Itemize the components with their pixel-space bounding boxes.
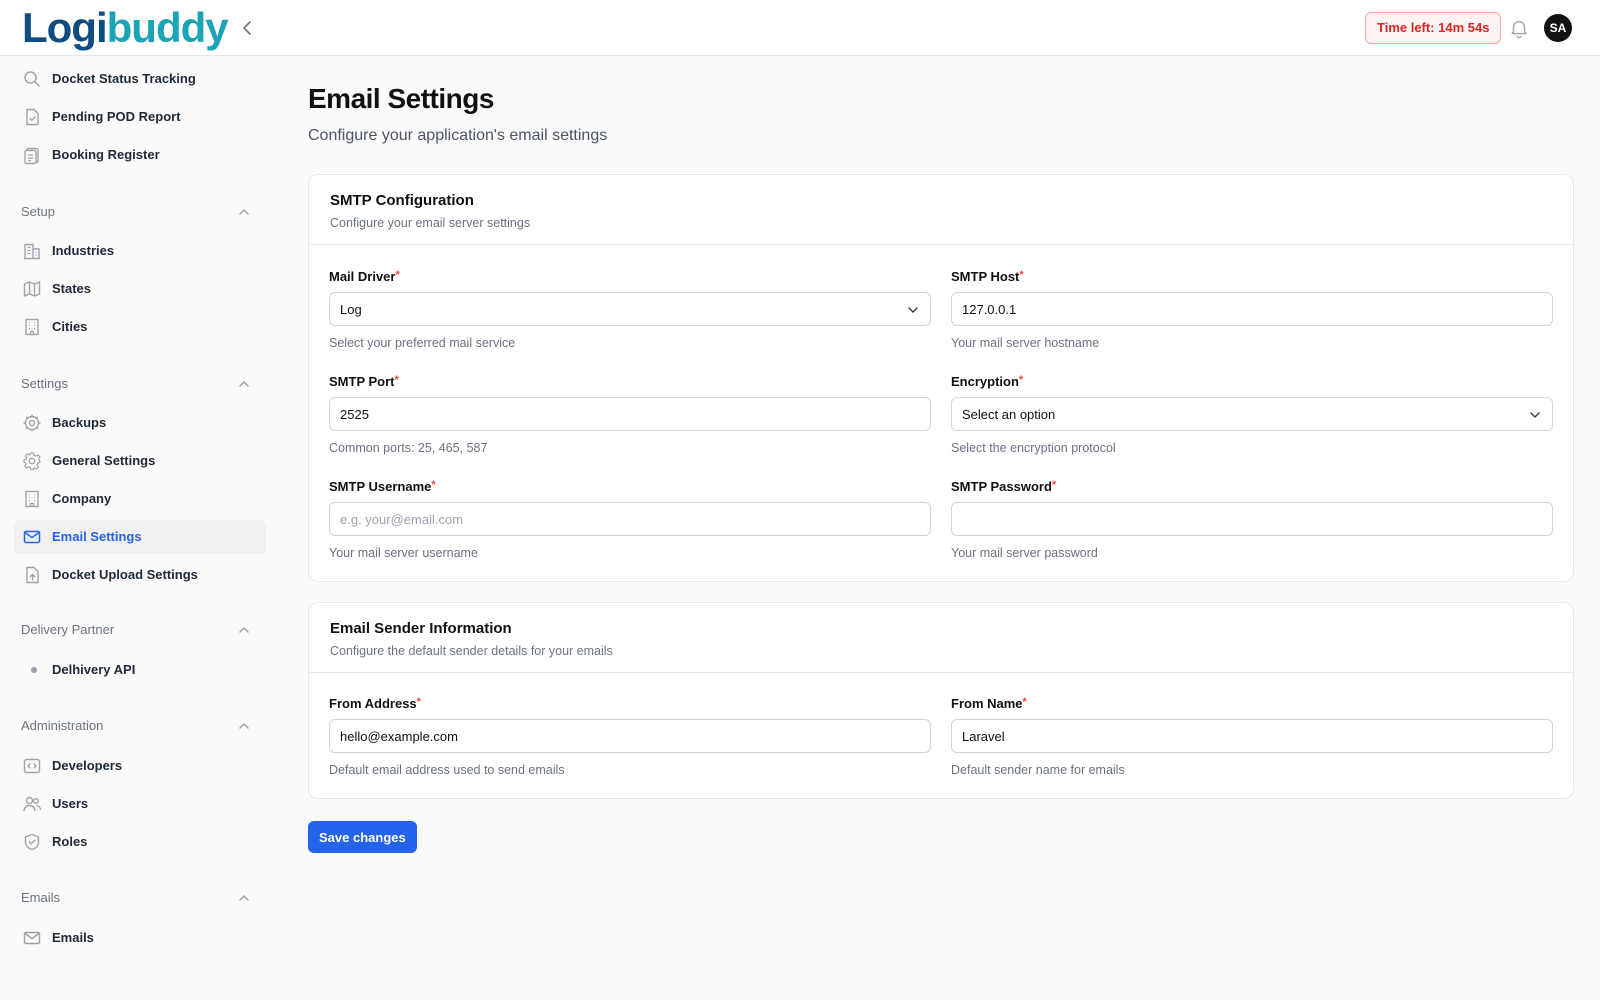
required-asterisk: * bbox=[394, 374, 399, 386]
smtp-port-field: SMTP Port* Common ports: 25, 465, 587 bbox=[329, 374, 931, 466]
encryption-field: Encryption* Select an option Select the … bbox=[951, 374, 1553, 466]
sidebar-item-general-settings[interactable]: General Settings bbox=[14, 444, 266, 478]
field-help-text: Select your preferred mail service bbox=[329, 336, 516, 350]
map-icon bbox=[22, 279, 42, 299]
smtp-password-input[interactable] bbox=[951, 502, 1553, 536]
chevron-up-icon bbox=[237, 205, 251, 219]
section-emails[interactable]: Emails bbox=[21, 886, 261, 910]
clipboard-icon bbox=[22, 145, 42, 165]
sidebar-item-states[interactable]: States bbox=[14, 272, 266, 306]
envelope-icon bbox=[22, 928, 42, 948]
shield-check-icon bbox=[22, 832, 42, 852]
file-upload-icon bbox=[22, 565, 42, 585]
card-description: Configure the default sender details for… bbox=[330, 644, 613, 658]
field-help-text: Your mail server password bbox=[951, 546, 1098, 560]
sidebar-item-developers[interactable]: Developers bbox=[14, 749, 266, 783]
required-asterisk: * bbox=[1019, 269, 1024, 281]
card-title: Email Sender Information bbox=[330, 620, 512, 637]
sidebar-item-booking-register[interactable]: Booking Register bbox=[14, 138, 266, 172]
email-sender-card: Email Sender Information Configure the d… bbox=[308, 602, 1574, 799]
collapse-sidebar-icon[interactable] bbox=[236, 16, 260, 40]
office-building-icon bbox=[22, 489, 42, 509]
mail-driver-field: Mail Driver* Log Select your preferred m… bbox=[329, 269, 931, 361]
field-help-text: Your mail server hostname bbox=[951, 336, 1100, 350]
encryption-select[interactable]: Select an option bbox=[951, 397, 1553, 431]
sidebar-item-cities[interactable]: Cities bbox=[14, 310, 266, 344]
chevron-up-icon bbox=[237, 623, 251, 637]
envelope-icon bbox=[22, 527, 42, 547]
chevron-up-icon bbox=[237, 891, 251, 905]
file-check-icon bbox=[22, 107, 42, 127]
field-help-text: Common ports: 25, 465, 587 bbox=[329, 441, 488, 455]
bell-icon[interactable] bbox=[1508, 17, 1530, 39]
page-subtitle: Configure your application's email setti… bbox=[308, 127, 608, 144]
top-bar: Logibuddy Time left: 14m 54s SA bbox=[0, 0, 1600, 56]
search-icon bbox=[22, 69, 42, 89]
required-asterisk: * bbox=[1018, 374, 1024, 386]
users-icon bbox=[22, 794, 42, 814]
required-asterisk: * bbox=[416, 696, 421, 708]
smtp-password-field: SMTP Password* Your mail server password bbox=[951, 479, 1553, 571]
smtp-host-input[interactable] bbox=[951, 292, 1553, 326]
mail-driver-select[interactable]: Log bbox=[329, 292, 931, 326]
from-address-input[interactable] bbox=[329, 719, 931, 753]
office-building-icon bbox=[22, 317, 42, 337]
sidebar-item-docket-upload-settings[interactable]: Docket Upload Settings bbox=[14, 558, 266, 592]
smtp-host-field: SMTP Host* Your mail server hostname bbox=[951, 269, 1553, 361]
field-help-text: Default sender name for emails bbox=[951, 763, 1125, 777]
sidebar-item-pending-pod-report[interactable]: Pending POD Report bbox=[14, 100, 266, 134]
avatar[interactable]: SA bbox=[1544, 14, 1572, 42]
from-name-field: From Name* Default sender name for email… bbox=[951, 696, 1553, 788]
from-address-field: From Address* Default email address used… bbox=[329, 696, 931, 788]
sidebar-item-emails[interactable]: Emails bbox=[14, 921, 266, 955]
building-icon bbox=[22, 241, 42, 261]
smtp-username-field: SMTP Username* Your mail server username bbox=[329, 479, 931, 571]
gear-icon bbox=[22, 451, 42, 471]
sidebar-item-roles[interactable]: Roles bbox=[14, 825, 266, 859]
required-asterisk: * bbox=[395, 269, 400, 281]
sidebar-item-backups[interactable]: Backups bbox=[14, 406, 266, 440]
field-help-text: Select the encryption protocol bbox=[951, 441, 1116, 455]
smtp-username-input[interactable] bbox=[329, 502, 931, 536]
chevron-down-icon bbox=[1528, 408, 1542, 422]
required-asterisk: * bbox=[1051, 479, 1057, 491]
sidebar-item-users[interactable]: Users bbox=[14, 787, 266, 821]
sidebar-item-delhivery-api[interactable]: Delhivery API bbox=[14, 653, 266, 687]
field-help-text: Default email address used to send email… bbox=[329, 763, 565, 777]
card-description: Configure your email server settings bbox=[330, 216, 531, 230]
required-asterisk: * bbox=[1022, 696, 1027, 708]
sidebar-item-docket-status-tracking[interactable]: Docket Status Tracking bbox=[14, 62, 266, 96]
section-administration[interactable]: Administration bbox=[21, 714, 261, 738]
session-timer-badge: Time left: 14m 54s bbox=[1365, 12, 1502, 44]
chevron-up-icon bbox=[237, 377, 251, 391]
section-delivery-partner[interactable]: Delivery Partner bbox=[21, 618, 261, 642]
section-setup[interactable]: Setup bbox=[21, 200, 261, 224]
field-help-text: Your mail server username bbox=[329, 546, 478, 560]
section-settings[interactable]: Settings bbox=[21, 372, 261, 396]
sidebar-item-industries[interactable]: Industries bbox=[14, 234, 266, 268]
smtp-port-input[interactable] bbox=[329, 397, 931, 431]
chevron-up-icon bbox=[237, 719, 251, 733]
card-title: SMTP Configuration bbox=[330, 192, 474, 209]
save-changes-button[interactable]: Save changes bbox=[308, 821, 417, 853]
sidebar-item-email-settings[interactable]: Email Settings bbox=[14, 520, 266, 554]
sidebar-item-company[interactable]: Company bbox=[14, 482, 266, 516]
card-header: Email Sender Information Configure the d… bbox=[309, 603, 1573, 673]
sidebar: Docket Status Tracking Pending POD Repor… bbox=[0, 57, 280, 1000]
bullet-icon bbox=[31, 667, 37, 673]
from-name-input[interactable] bbox=[951, 719, 1553, 753]
page-title: Email Settings bbox=[308, 83, 494, 114]
required-asterisk: * bbox=[431, 479, 436, 491]
code-icon bbox=[22, 756, 42, 776]
card-header: SMTP Configuration Configure your email … bbox=[309, 175, 1573, 245]
chevron-down-icon bbox=[906, 303, 920, 317]
logo[interactable]: Logibuddy bbox=[22, 6, 229, 50]
smtp-configuration-card: SMTP Configuration Configure your email … bbox=[308, 174, 1574, 582]
cog-icon bbox=[22, 413, 42, 433]
